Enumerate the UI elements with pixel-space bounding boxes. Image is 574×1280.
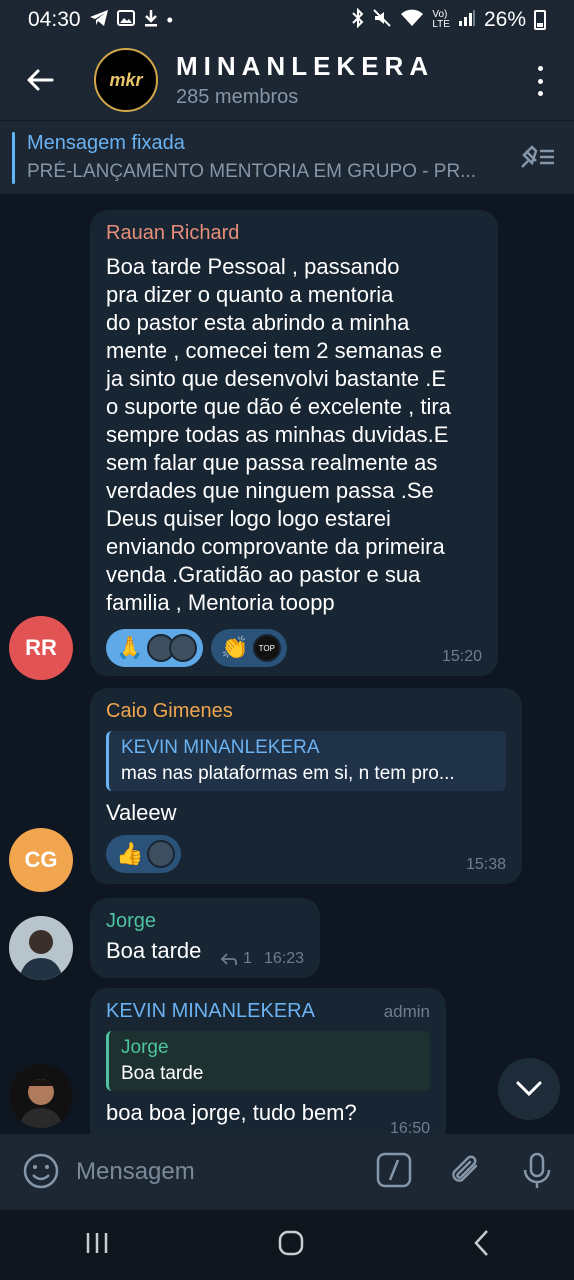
signal-icon [458,9,476,32]
pinned-message[interactable]: Mensagem fixada PRÉ-LANÇAMENTO MENTORIA … [0,120,574,194]
clock: 04:30 [28,8,81,31]
home-button[interactable] [277,1229,305,1262]
message-bubble[interactable]: Rauan Richard Boa tarde Pessoal , passan… [90,210,498,676]
voice-message-button[interactable] [522,1152,552,1195]
pin-list-button[interactable] [518,143,556,176]
reaction-clap[interactable]: 👏 TOP [211,629,287,667]
group-title: MINANLEKERA [176,51,435,81]
message-input-bar: Mensagem [0,1134,574,1210]
microphone-icon [523,1152,551,1188]
reaction-emoji: 👍 [116,841,144,866]
avatar[interactable] [9,1064,73,1128]
sender-name[interactable]: Jorge [106,910,304,933]
avatar[interactable] [9,916,73,980]
arrow-left-icon [27,69,54,91]
reactor-avatar [169,634,198,662]
bluetooth-icon [352,7,364,33]
message-text: Boa tarde Pessoal , passando pra dizer o… [106,254,451,615]
chevron-down-icon [516,1081,542,1097]
battery-icon [534,10,546,30]
dot-icon [537,78,543,84]
reply-arrow-icon [221,953,237,965]
message-time: 16:50 [389,1120,430,1134]
home-icon [278,1230,304,1255]
message-time: 15:38 [465,856,506,873]
recent-apps-button[interactable] [84,1231,110,1260]
smile-icon [23,1153,59,1189]
dot-icon [537,91,543,96]
admin-badge: admin [383,1002,430,1021]
system-back-button[interactable] [472,1229,490,1262]
status-bar: 04:30 • Vo) LTE 26% [0,0,574,40]
gallery-notification-icon [116,9,135,32]
chat-header: mkr MINANLEKERA 285 membros [0,40,574,120]
user-photo-icon [9,916,73,980]
pin-list-icon [521,145,554,168]
telegram-notification-icon [89,9,109,32]
battery-percent: 26% [483,8,526,31]
reply-sender: Jorge [121,1037,169,1058]
group-info[interactable]: MINANLEKERA 285 membros [176,51,434,109]
reply-preview[interactable]: Jorge Boa tarde [106,1031,430,1091]
pinned-title: Mensagem fixada [27,132,185,154]
reaction-thumbs-up[interactable]: 👍 [106,835,182,873]
system-navigation-bar [0,1210,574,1280]
reaction-pray[interactable]: 🙏 [106,629,204,667]
reply-preview[interactable]: KEVIN MINANLEKERA mas nas plataformas em… [106,731,506,791]
message-time: 16:23 [263,950,304,967]
emoji-button[interactable] [22,1152,60,1195]
avatar[interactable]: RR [9,616,73,680]
scroll-down-button[interactable] [498,1058,560,1120]
reply-text: Boa tarde [121,1063,204,1084]
volte-icon: Vo) LTE [432,9,450,30]
recent-apps-icon [86,1232,107,1253]
reactions: 🙏 👏 TOP [106,629,482,667]
sender-name[interactable]: KEVIN MINANLEKERA [106,1000,430,1023]
paperclip-icon [452,1155,478,1182]
reactor-avatar [147,840,176,868]
sender-name[interactable]: Rauan Richard [106,222,482,245]
wifi-icon [400,9,424,32]
member-count: 285 membros [176,86,299,108]
reaction-emoji: 👏 [221,635,249,660]
avatar[interactable]: CG [9,828,73,892]
message-input[interactable]: Mensagem [76,1158,195,1186]
attach-button[interactable] [448,1152,484,1195]
message-bubble[interactable]: Jorge Boa tarde 1 16:23 [90,898,320,978]
pinned-indicator [12,131,15,184]
message-bubble[interactable]: KEVIN MINANLEKERA admin Jorge Boa tarde … [90,988,446,1134]
message-list[interactable]: Rauan Richard Boa tarde Pessoal , passan… [0,194,574,1134]
chevron-left-icon [474,1229,489,1256]
reactor-avatar: TOP [252,634,281,662]
download-notification-icon [143,9,159,32]
back-button[interactable] [0,40,80,120]
message-meta: 1 16:23 [221,950,304,968]
reaction-emoji: 🙏 [116,635,144,660]
message-bubble[interactable]: Caio Gimenes KEVIN MINANLEKERA mas nas p… [90,688,522,884]
reply-text: mas nas plataformas em si, n tem pro... [121,763,455,784]
bot-commands-button[interactable] [376,1152,412,1193]
pinned-text: PRÉ-LANÇAMENTO MENTORIA EM GRUPO - PR... [27,161,477,182]
dot-notification-icon: • [166,9,173,30]
dot-icon [537,66,543,71]
reply-count: 1 [243,950,252,967]
message-text: boa boa jorge, tudo bem? [106,1100,357,1125]
more-options-button[interactable] [528,66,552,96]
sender-name[interactable]: Caio Gimenes [106,700,506,723]
reply-sender: KEVIN MINANLEKERA [121,737,320,758]
user-photo-icon [9,1064,73,1128]
slash-command-icon [376,1152,412,1188]
group-avatar[interactable]: mkr [94,48,158,112]
message-text: Valeew [106,800,177,825]
reactions: 👍 [106,835,506,873]
message-time: 15:20 [441,648,482,665]
mute-icon [372,8,392,33]
